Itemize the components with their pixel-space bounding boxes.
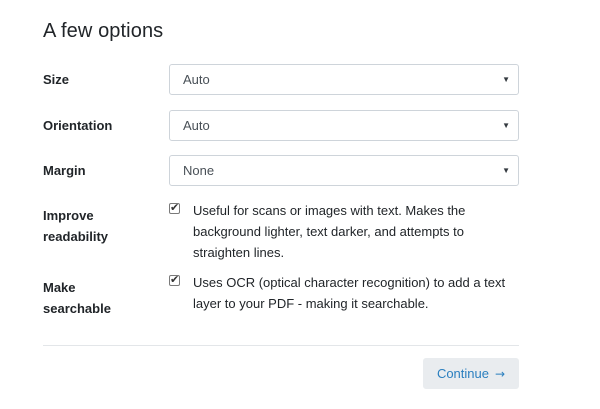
margin-select-value: None xyxy=(183,163,215,178)
margin-label: Margin xyxy=(43,163,86,178)
arrow-right-icon: → xyxy=(494,367,506,381)
searchable-label-line2: searchable xyxy=(43,301,111,316)
continue-button-label: Continue xyxy=(436,366,489,381)
options-page: A few options Size Auto ▼ Orientation Au… xyxy=(0,0,600,409)
checkmark-icon: ✔ xyxy=(170,201,180,214)
readability-label-line2: readability xyxy=(43,229,109,244)
orientation-select[interactable]: Auto ▼ xyxy=(169,110,519,141)
divider xyxy=(43,345,519,346)
size-label: Size xyxy=(43,72,70,87)
caret-down-icon: ▼ xyxy=(502,121,510,130)
readability-checkbox[interactable]: ✔ xyxy=(169,201,180,214)
orientation-select-value: Auto xyxy=(183,118,210,133)
checkmark-icon: ✔ xyxy=(170,273,180,286)
searchable-checkbox[interactable]: ✔ xyxy=(169,273,180,286)
page-title: A few options xyxy=(43,20,164,42)
readability-label: Improve readability xyxy=(43,205,108,247)
readability-description: Useful for scans or images with text. Ma… xyxy=(193,203,466,260)
searchable-description: Uses OCR (optical character recognition)… xyxy=(193,275,506,311)
caret-down-icon: ▼ xyxy=(502,75,510,84)
continue-button[interactable]: Continue → xyxy=(423,358,519,389)
searchable-label-line1: Make xyxy=(43,280,76,295)
size-select-value: Auto xyxy=(183,72,210,87)
margin-select[interactable]: None ▼ xyxy=(169,155,519,186)
size-select[interactable]: Auto ▼ xyxy=(169,64,519,95)
readability-label-line1: Improve xyxy=(43,208,94,223)
searchable-label: Make searchable xyxy=(43,277,111,319)
orientation-label: Orientation xyxy=(43,118,113,133)
caret-down-icon: ▼ xyxy=(502,166,510,175)
